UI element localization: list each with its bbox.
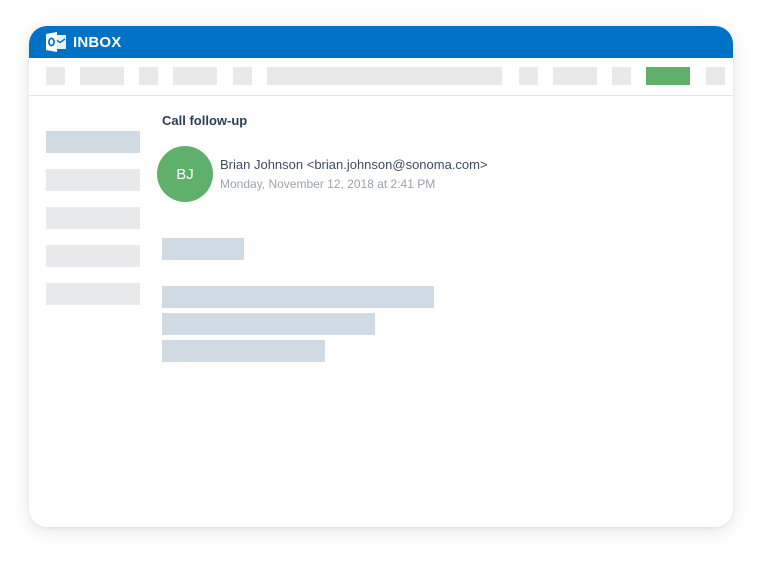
app-title: INBOX bbox=[73, 34, 122, 51]
toolbar-icon-button[interactable] bbox=[46, 67, 65, 85]
sidebar-folder[interactable] bbox=[46, 169, 140, 191]
toolbar-icon-button[interactable] bbox=[233, 67, 252, 85]
avatar: BJ bbox=[157, 146, 213, 202]
toolbar-icon-button[interactable] bbox=[612, 67, 631, 85]
sidebar-folder[interactable] bbox=[46, 283, 140, 305]
sidebar-folder[interactable] bbox=[46, 207, 140, 229]
toolbar-icon-button[interactable] bbox=[139, 67, 158, 85]
title-bar: INBOX bbox=[29, 26, 733, 58]
toolbar-icon-button[interactable] bbox=[519, 67, 538, 85]
message-body-line bbox=[162, 340, 325, 362]
toolbar-button[interactable] bbox=[80, 67, 124, 85]
toolbar-icon-button[interactable] bbox=[706, 67, 725, 85]
search-input[interactable] bbox=[267, 67, 502, 85]
sidebar-folder[interactable] bbox=[46, 245, 140, 267]
message-sender[interactable]: Brian Johnson <brian.johnson@sonoma.com> bbox=[220, 157, 488, 172]
toolbar-button[interactable] bbox=[553, 67, 597, 85]
outlook-icon bbox=[46, 32, 66, 52]
primary-action-button[interactable] bbox=[646, 67, 690, 85]
message-subject: Call follow-up bbox=[162, 113, 248, 128]
message-greeting-placeholder bbox=[162, 238, 244, 260]
sidebar-folder-selected[interactable] bbox=[46, 131, 140, 153]
toolbar-button[interactable] bbox=[173, 67, 217, 85]
message-date: Monday, November 12, 2018 at 2:41 PM bbox=[220, 177, 436, 191]
toolbar bbox=[29, 58, 733, 96]
message-body-line bbox=[162, 286, 434, 308]
email-client-window: INBOX Call follow-up BJ Brian Johnson <b… bbox=[29, 26, 733, 527]
message-body-line bbox=[162, 313, 375, 335]
